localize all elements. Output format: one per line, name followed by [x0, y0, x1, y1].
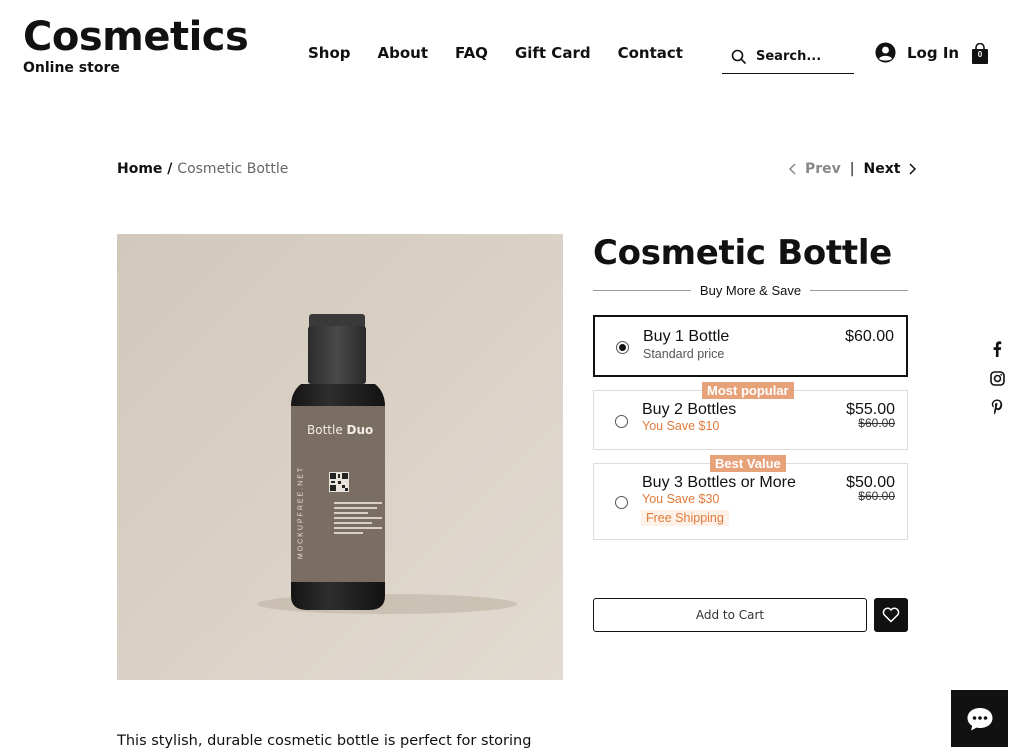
option-savings: You Save $10	[642, 419, 720, 433]
chat-button[interactable]	[951, 690, 1008, 747]
bundle-heading: Buy More & Save	[593, 282, 908, 298]
prev-label: Prev	[805, 161, 841, 177]
breadcrumb-separator: /	[162, 161, 178, 177]
breadcrumb-current: Cosmetic Bottle	[177, 161, 289, 177]
bottle-illustration	[117, 234, 563, 680]
breadcrumb-home[interactable]: Home	[117, 161, 162, 177]
option-price: $60.00	[845, 328, 894, 345]
search-input[interactable]	[756, 49, 846, 64]
add-to-cart-button[interactable]: Add to Cart	[593, 598, 867, 632]
brand-title[interactable]: Cosmetics	[23, 14, 249, 60]
nav-item-gift-card[interactable]: Gift Card	[515, 44, 591, 62]
search-icon[interactable]	[731, 49, 747, 65]
radio-button[interactable]	[615, 415, 628, 428]
bottle-label-brand: Bottle Duo	[307, 423, 374, 437]
nav-item-contact[interactable]: Contact	[618, 44, 683, 62]
chevron-left-icon	[788, 163, 796, 175]
option-subtext: Standard price	[643, 347, 725, 361]
bundle-option-2[interactable]: Buy 2 Bottles You Save $10 $55.00 $60.00	[593, 390, 908, 450]
wishlist-button[interactable]	[874, 598, 908, 632]
instagram-link[interactable]	[989, 370, 1005, 386]
main-nav: Shop About FAQ Gift Card Contact	[308, 44, 710, 62]
bundle-option-1[interactable]: Buy 1 Bottle Standard price $60.00	[593, 315, 908, 377]
user-avatar-icon	[875, 42, 896, 63]
search-bar[interactable]	[722, 40, 854, 74]
nav-item-about[interactable]: About	[378, 44, 429, 62]
prev-link[interactable]: Prev	[788, 161, 841, 177]
divider	[593, 289, 691, 291]
nav-item-shop[interactable]: Shop	[308, 44, 351, 62]
next-label: Next	[863, 161, 901, 177]
radio-button[interactable]	[616, 341, 629, 354]
facebook-icon	[993, 341, 1002, 357]
bundle-heading-label: Buy More & Save	[699, 282, 802, 298]
brand-subtitle: Online store	[23, 60, 120, 76]
bottle-label-fineprint	[334, 502, 382, 537]
heart-icon	[882, 607, 900, 623]
radio-button[interactable]	[615, 496, 628, 509]
best-value-badge: Best Value	[710, 455, 786, 472]
breadcrumb: Home / Cosmetic Bottle	[117, 161, 288, 177]
bottle-label-vertical: MOCKUPFREE.NET	[297, 465, 305, 560]
option-name: Buy 2 Bottles	[642, 401, 737, 418]
instagram-icon	[989, 370, 1005, 386]
option-name: Buy 3 Bottles or More	[642, 474, 796, 491]
option-name: Buy 1 Bottle	[643, 328, 730, 345]
divider	[810, 289, 908, 291]
facebook-link[interactable]	[989, 341, 1005, 357]
product-title: Cosmetic Bottle	[593, 233, 892, 273]
login-button[interactable]: Log In	[875, 42, 959, 63]
pager-separator: |	[849, 161, 855, 177]
qr-code-icon	[329, 472, 349, 492]
free-shipping-badge: Free Shipping	[641, 510, 729, 526]
cart-button[interactable]: 0	[971, 42, 989, 65]
brand[interactable]: Cosmetics Online store	[23, 14, 249, 76]
chat-icon	[967, 707, 992, 730]
bundle-option-3[interactable]: Buy 3 Bottles or More You Save $30 Free …	[593, 463, 908, 540]
option-original-price: $60.00	[858, 489, 895, 503]
login-label[interactable]: Log In	[907, 44, 959, 62]
option-savings: You Save $30	[642, 492, 720, 506]
social-links	[989, 341, 1005, 415]
product-image[interactable]: Bottle Duo MOCKUPFREE.NET	[117, 234, 563, 680]
next-link[interactable]: Next	[864, 161, 918, 177]
chevron-right-icon	[909, 163, 917, 175]
pinterest-icon	[991, 399, 1003, 415]
option-original-price: $60.00	[858, 416, 895, 430]
product-pager: Prev | Next	[788, 161, 917, 177]
pinterest-link[interactable]	[989, 399, 1005, 415]
cart-count: 0	[977, 50, 983, 59]
most-popular-badge: Most popular	[702, 382, 794, 399]
product-description: This stylish, durable cosmetic bottle is…	[117, 733, 532, 749]
nav-item-faq[interactable]: FAQ	[455, 44, 488, 62]
